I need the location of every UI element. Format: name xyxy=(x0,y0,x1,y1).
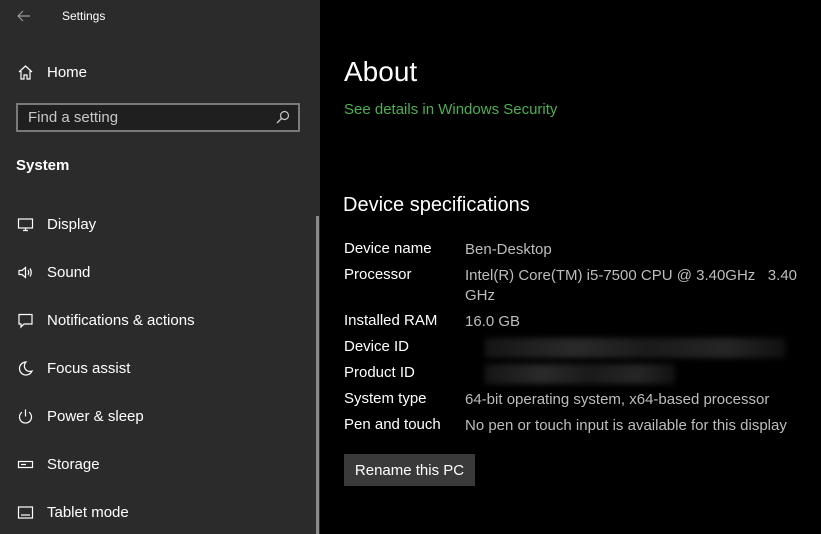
sidebar-item-label: Home xyxy=(47,63,88,81)
sidebar-item-label: Tablet mode xyxy=(47,503,129,521)
back-arrow-icon xyxy=(17,10,30,22)
monitor-icon xyxy=(17,216,34,233)
tablet-mode-icon xyxy=(17,504,34,521)
window-title: Settings xyxy=(62,9,106,23)
sidebar-item-label: Sound xyxy=(47,263,91,281)
speaker-icon xyxy=(17,264,34,281)
notification-icon xyxy=(17,312,34,329)
sidebar-item-label: Storage xyxy=(47,455,100,473)
sidebar: Settings Home System Display xyxy=(0,0,320,534)
section-label: System xyxy=(16,157,70,174)
main-content: About See details in Windows Security De… xyxy=(320,0,821,534)
sidebar-item-home[interactable]: Home xyxy=(0,52,316,92)
spec-label: System type xyxy=(344,390,427,407)
spec-value: 64-bit operating system, x64-based proce… xyxy=(465,391,770,408)
moon-icon xyxy=(17,360,34,377)
spec-value: 16.0 GB xyxy=(465,313,521,330)
spec-label: Processor xyxy=(344,266,412,283)
spec-label: Product ID xyxy=(344,364,415,381)
home-icon xyxy=(17,64,34,81)
windows-security-link[interactable]: See details in Windows Security xyxy=(344,101,557,118)
spec-value: Ben-Desktop xyxy=(465,241,552,258)
sidebar-item-label: Display xyxy=(47,215,97,233)
sidebar-item-sound[interactable]: Sound xyxy=(0,252,316,292)
storage-icon xyxy=(17,456,34,473)
page-title: About xyxy=(344,56,418,87)
spec-value: No pen or touch input is available for t… xyxy=(465,417,787,434)
back-button[interactable] xyxy=(14,6,34,26)
power-icon xyxy=(17,408,34,425)
spec-label: Pen and touch xyxy=(344,416,441,433)
sidebar-scrollbar[interactable] xyxy=(316,216,319,534)
spec-label: Device name xyxy=(344,240,432,257)
sidebar-item-display[interactable]: Display xyxy=(0,204,316,244)
sidebar-item-focus-assist[interactable]: Focus assist xyxy=(0,348,316,388)
sidebar-item-tablet-mode[interactable]: Tablet mode xyxy=(0,492,316,532)
redacted-value xyxy=(485,364,675,384)
sidebar-item-power-sleep[interactable]: Power & sleep xyxy=(0,396,316,436)
rename-pc-button[interactable]: Rename this PC xyxy=(344,454,475,486)
sidebar-item-label: Focus assist xyxy=(47,359,131,377)
redacted-value xyxy=(485,338,785,358)
spec-label: Device ID xyxy=(344,338,410,355)
search-box[interactable] xyxy=(16,103,300,132)
sidebar-item-storage[interactable]: Storage xyxy=(0,444,316,484)
sidebar-item-label: Notifications & actions xyxy=(47,311,195,329)
sidebar-item-notifications[interactable]: Notifications & actions xyxy=(0,300,316,340)
search-input[interactable] xyxy=(18,105,288,130)
search-icon[interactable] xyxy=(276,110,290,124)
spec-value: Intel(R) Core(TM) i5-7500 CPU @ 3.40GHz … xyxy=(465,267,802,304)
sidebar-item-label: Power & sleep xyxy=(47,407,144,425)
spec-label: Installed RAM xyxy=(344,312,438,329)
device-specifications-heading: Device specifications xyxy=(343,194,530,216)
